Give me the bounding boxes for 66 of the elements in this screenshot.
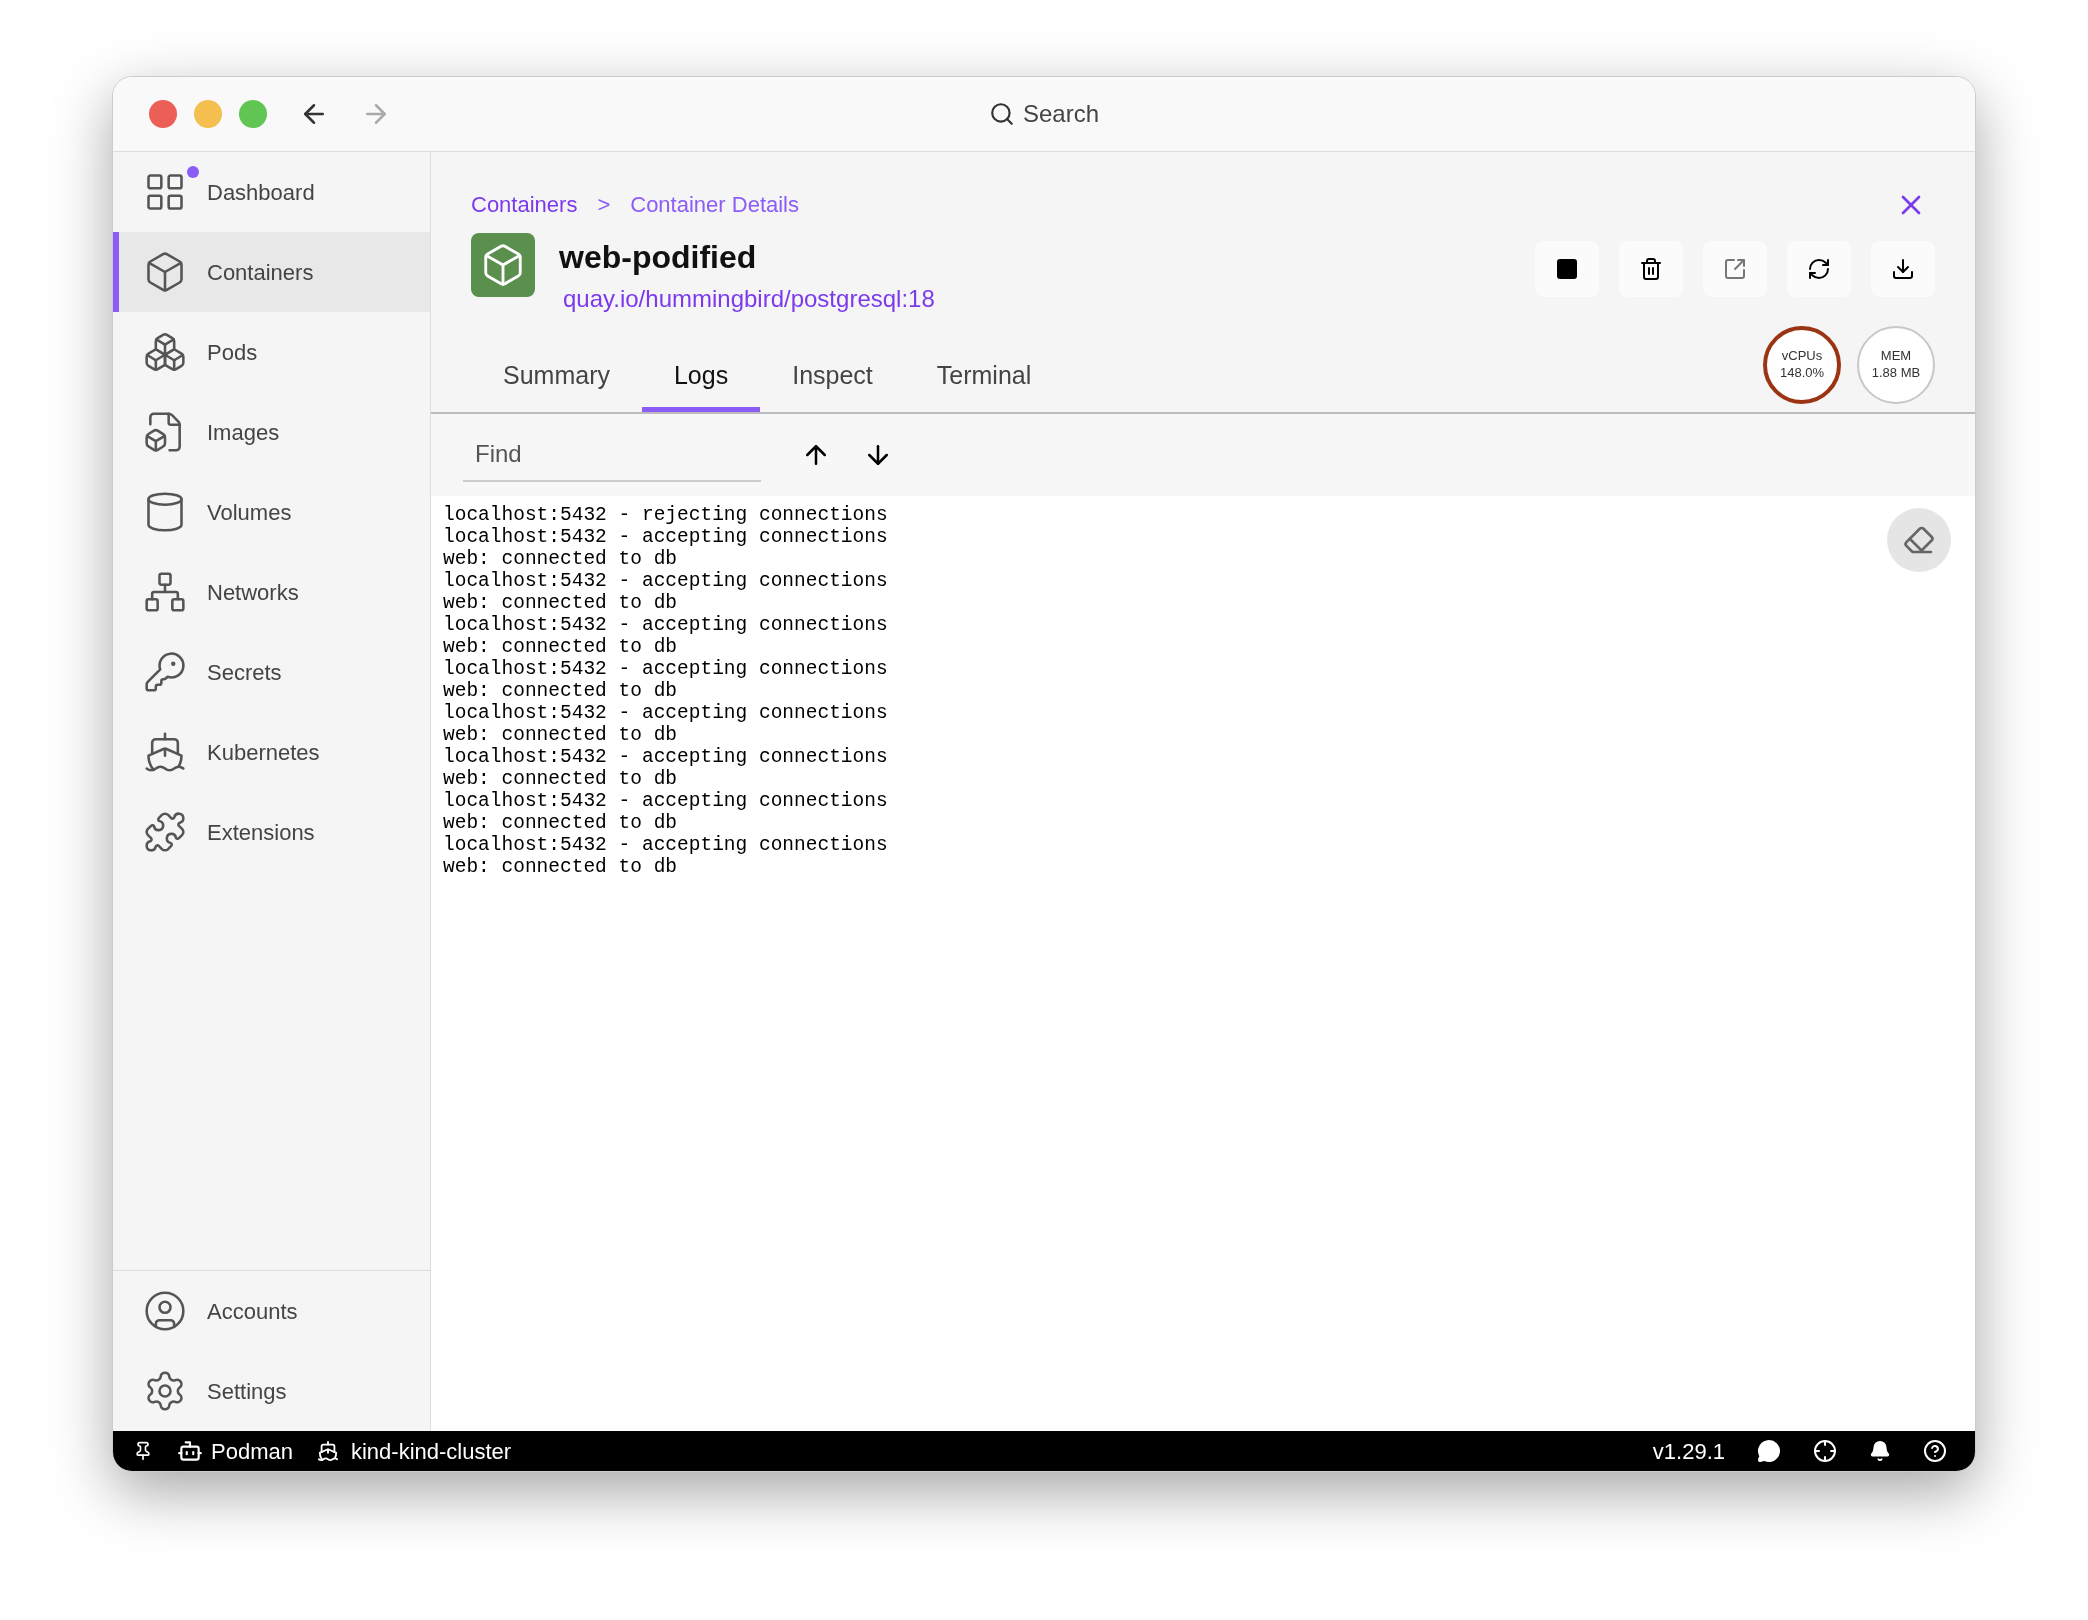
log-line: localhost:5432 - rejecting connections: [443, 503, 888, 526]
log-line: localhost:5432 - accepting connections: [443, 701, 888, 724]
log-line: web: connected to db: [443, 547, 678, 570]
search-field[interactable]: Search: [989, 96, 1099, 132]
find-field[interactable]: Find: [463, 427, 761, 482]
tab[interactable]: Summary: [471, 357, 642, 412]
download-icon: [1891, 257, 1915, 281]
sidebar-item[interactable]: Kubernetes: [113, 712, 430, 792]
download-button[interactable]: [1871, 241, 1935, 297]
stop-icon: [1555, 257, 1579, 281]
refresh-button[interactable]: [1787, 241, 1851, 297]
crosshair-icon[interactable]: [1813, 1439, 1837, 1463]
bell-icon[interactable]: [1869, 1440, 1891, 1462]
sidebar-item[interactable]: Containers: [113, 232, 430, 312]
breadcrumb-link[interactable]: Containers: [471, 188, 578, 221]
stop-button[interactable]: [1535, 241, 1599, 297]
log-line: localhost:5432 - accepting connections: [443, 657, 888, 680]
log-line: web: connected to db: [443, 723, 678, 746]
log-line: web: connected to db: [443, 635, 678, 658]
log-line: localhost:5432 - accepting connections: [443, 569, 888, 592]
user-icon: [143, 1289, 187, 1333]
trash-icon: [1639, 257, 1663, 281]
network-icon: [143, 570, 187, 614]
trash-button[interactable]: [1619, 241, 1683, 297]
engine-status[interactable]: Podman: [211, 1434, 293, 1468]
sidebar-item[interactable]: Settings: [113, 1351, 430, 1431]
version-label: v1.29.1: [1652, 1437, 1725, 1466]
sidebar-item[interactable]: Images: [113, 392, 430, 472]
image-link[interactable]: quay.io/hummingbird/postgresql:18: [563, 281, 935, 317]
tab[interactable]: Terminal: [904, 357, 1064, 412]
external-link-button[interactable]: [1703, 241, 1767, 297]
sidebar-item[interactable]: Dashboard: [113, 152, 430, 232]
pin-icon[interactable]: [133, 1441, 153, 1461]
usage-gauge: vCPUs 148.0%: [1763, 325, 1841, 404]
sidebar-item[interactable]: Networks: [113, 552, 430, 632]
log-line: localhost:5432 - accepting connections: [443, 613, 888, 636]
sidebar-item[interactable]: Accounts: [113, 1271, 430, 1351]
sidebar-item[interactable]: Volumes: [113, 472, 430, 552]
breadcrumb-current: Container Details: [630, 191, 799, 219]
log-line: localhost:5432 - accepting connections: [443, 745, 888, 768]
sidebar-item[interactable]: Extensions: [113, 792, 430, 872]
tab[interactable]: Inspect: [760, 357, 905, 412]
breadcrumb-separator: >: [597, 191, 611, 219]
log-line: web: connected to db: [443, 767, 678, 790]
container-name: web-podified: [559, 238, 758, 277]
robot-icon: [177, 1438, 203, 1464]
log-line: localhost:5432 - accepting connections: [443, 525, 888, 548]
usage-gauge: MEM 1.88 MB: [1857, 325, 1935, 404]
log-line: localhost:5432 - accepting connections: [443, 789, 888, 812]
close-window-button[interactable]: [149, 100, 177, 128]
cluster-status[interactable]: kind-kind-cluster: [350, 1434, 512, 1468]
sidebar-item[interactable]: Pods: [113, 312, 430, 392]
puzzle-icon: [143, 810, 187, 854]
refresh-icon: [1807, 257, 1831, 281]
log-line: web: connected to db: [443, 811, 678, 834]
cubes-icon: [143, 330, 187, 374]
external-link-icon: [1723, 257, 1747, 281]
log-line: web: connected to db: [443, 591, 678, 614]
key-icon: [143, 650, 187, 694]
log-line: localhost:5432 - accepting connections: [443, 833, 888, 856]
chat-icon[interactable]: [1757, 1439, 1781, 1463]
search-icon: [989, 101, 1015, 127]
help-icon[interactable]: [1923, 1439, 1947, 1463]
log-line: web: connected to db: [443, 679, 678, 702]
sidebar-item[interactable]: Secrets: [113, 632, 430, 712]
log-line: web: connected to db: [443, 855, 678, 878]
